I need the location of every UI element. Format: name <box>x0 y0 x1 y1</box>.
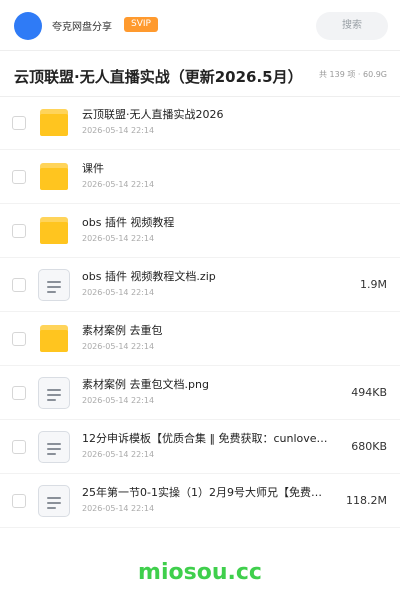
file-name: obs 插件 视频教程 <box>82 216 175 229</box>
file-row[interactable]: obs 插件 视频教程 2026-05-14 22:14 <box>0 204 400 258</box>
file-row[interactable]: 素材案例 去重包文档.png 2026-05-14 22:14 494KB <box>0 366 400 420</box>
file-row[interactable]: 素材案例 去重包 2026-05-14 22:14 <box>0 312 400 366</box>
file-name: obs 插件 视频教程文档.zip <box>82 270 216 283</box>
file-time: 2026-05-14 22:14 <box>82 450 155 459</box>
file-row[interactable]: 12分申诉模板【优质合集 ‖ 免费获取：cunlove… 2026-05-14 … <box>0 420 400 474</box>
header-divider <box>0 50 400 51</box>
file-time: 2026-05-14 22:14 <box>82 342 155 351</box>
document-icon <box>38 431 70 463</box>
file-time: 2026-05-14 22:14 <box>82 234 155 243</box>
document-icon <box>38 269 70 301</box>
share-title-bar: 云顶联盟·无人直播实战（更新2026.5月） 共 139 项 · 60.9G <box>0 56 400 96</box>
file-row[interactable]: 课件 2026-05-14 22:14 <box>0 150 400 204</box>
svip-badge[interactable]: SVIP <box>124 17 158 32</box>
file-size: 680KB <box>351 440 387 453</box>
header: 夸克网盘分享 SVIP 搜索 <box>0 0 400 50</box>
file-name: 12分申诉模板【优质合集 ‖ 免费获取：cunlove… <box>82 432 328 445</box>
file-time: 2026-05-14 22:14 <box>82 396 155 405</box>
checkbox[interactable] <box>12 170 26 184</box>
file-size: 118.2M <box>346 494 387 507</box>
document-icon <box>38 377 70 409</box>
checkbox[interactable] <box>12 224 26 238</box>
file-name: 25年第一节0-1实操（1）2月9号大师兄【免费分… <box>82 486 332 499</box>
checkbox[interactable] <box>12 332 26 346</box>
document-icon <box>38 485 70 517</box>
file-name: 课件 <box>82 162 104 175</box>
folder-icon <box>38 107 70 139</box>
file-time: 2026-05-14 22:14 <box>82 126 155 135</box>
file-size: 1.9M <box>360 278 387 291</box>
file-name: 素材案例 去重包文档.png <box>82 378 209 391</box>
file-row[interactable]: 25年第一节0-1实操（1）2月9号大师兄【免费分… 2026-05-14 22… <box>0 474 400 528</box>
page-title: 云顶联盟·无人直播实战（更新2026.5月） <box>14 68 303 86</box>
checkbox[interactable] <box>12 494 26 508</box>
file-time: 2026-05-14 22:14 <box>82 180 155 189</box>
site-name: 夸克网盘分享 <box>52 22 112 33</box>
checkbox[interactable] <box>12 440 26 454</box>
checkbox[interactable] <box>12 278 26 292</box>
checkbox[interactable] <box>12 386 26 400</box>
folder-icon <box>38 323 70 355</box>
checkbox[interactable] <box>12 116 26 130</box>
file-name: 云顶联盟·无人直播实战2026 <box>82 108 224 121</box>
file-name: 素材案例 去重包 <box>82 324 163 337</box>
file-size: 494KB <box>351 386 387 399</box>
avatar[interactable] <box>14 12 42 40</box>
file-time: 2026-05-14 22:14 <box>82 504 155 513</box>
search-input[interactable]: 搜索 <box>316 12 388 40</box>
file-row[interactable]: 云顶联盟·无人直播实战2026 2026-05-14 22:14 <box>0 96 400 150</box>
file-time: 2026-05-14 22:14 <box>82 288 155 297</box>
folder-icon <box>38 161 70 193</box>
share-meta: 共 139 项 · 60.9G <box>319 70 387 79</box>
watermark: miosou.cc <box>138 560 262 585</box>
file-row[interactable]: obs 插件 视频教程文档.zip 2026-05-14 22:14 1.9M <box>0 258 400 312</box>
folder-icon <box>38 215 70 247</box>
